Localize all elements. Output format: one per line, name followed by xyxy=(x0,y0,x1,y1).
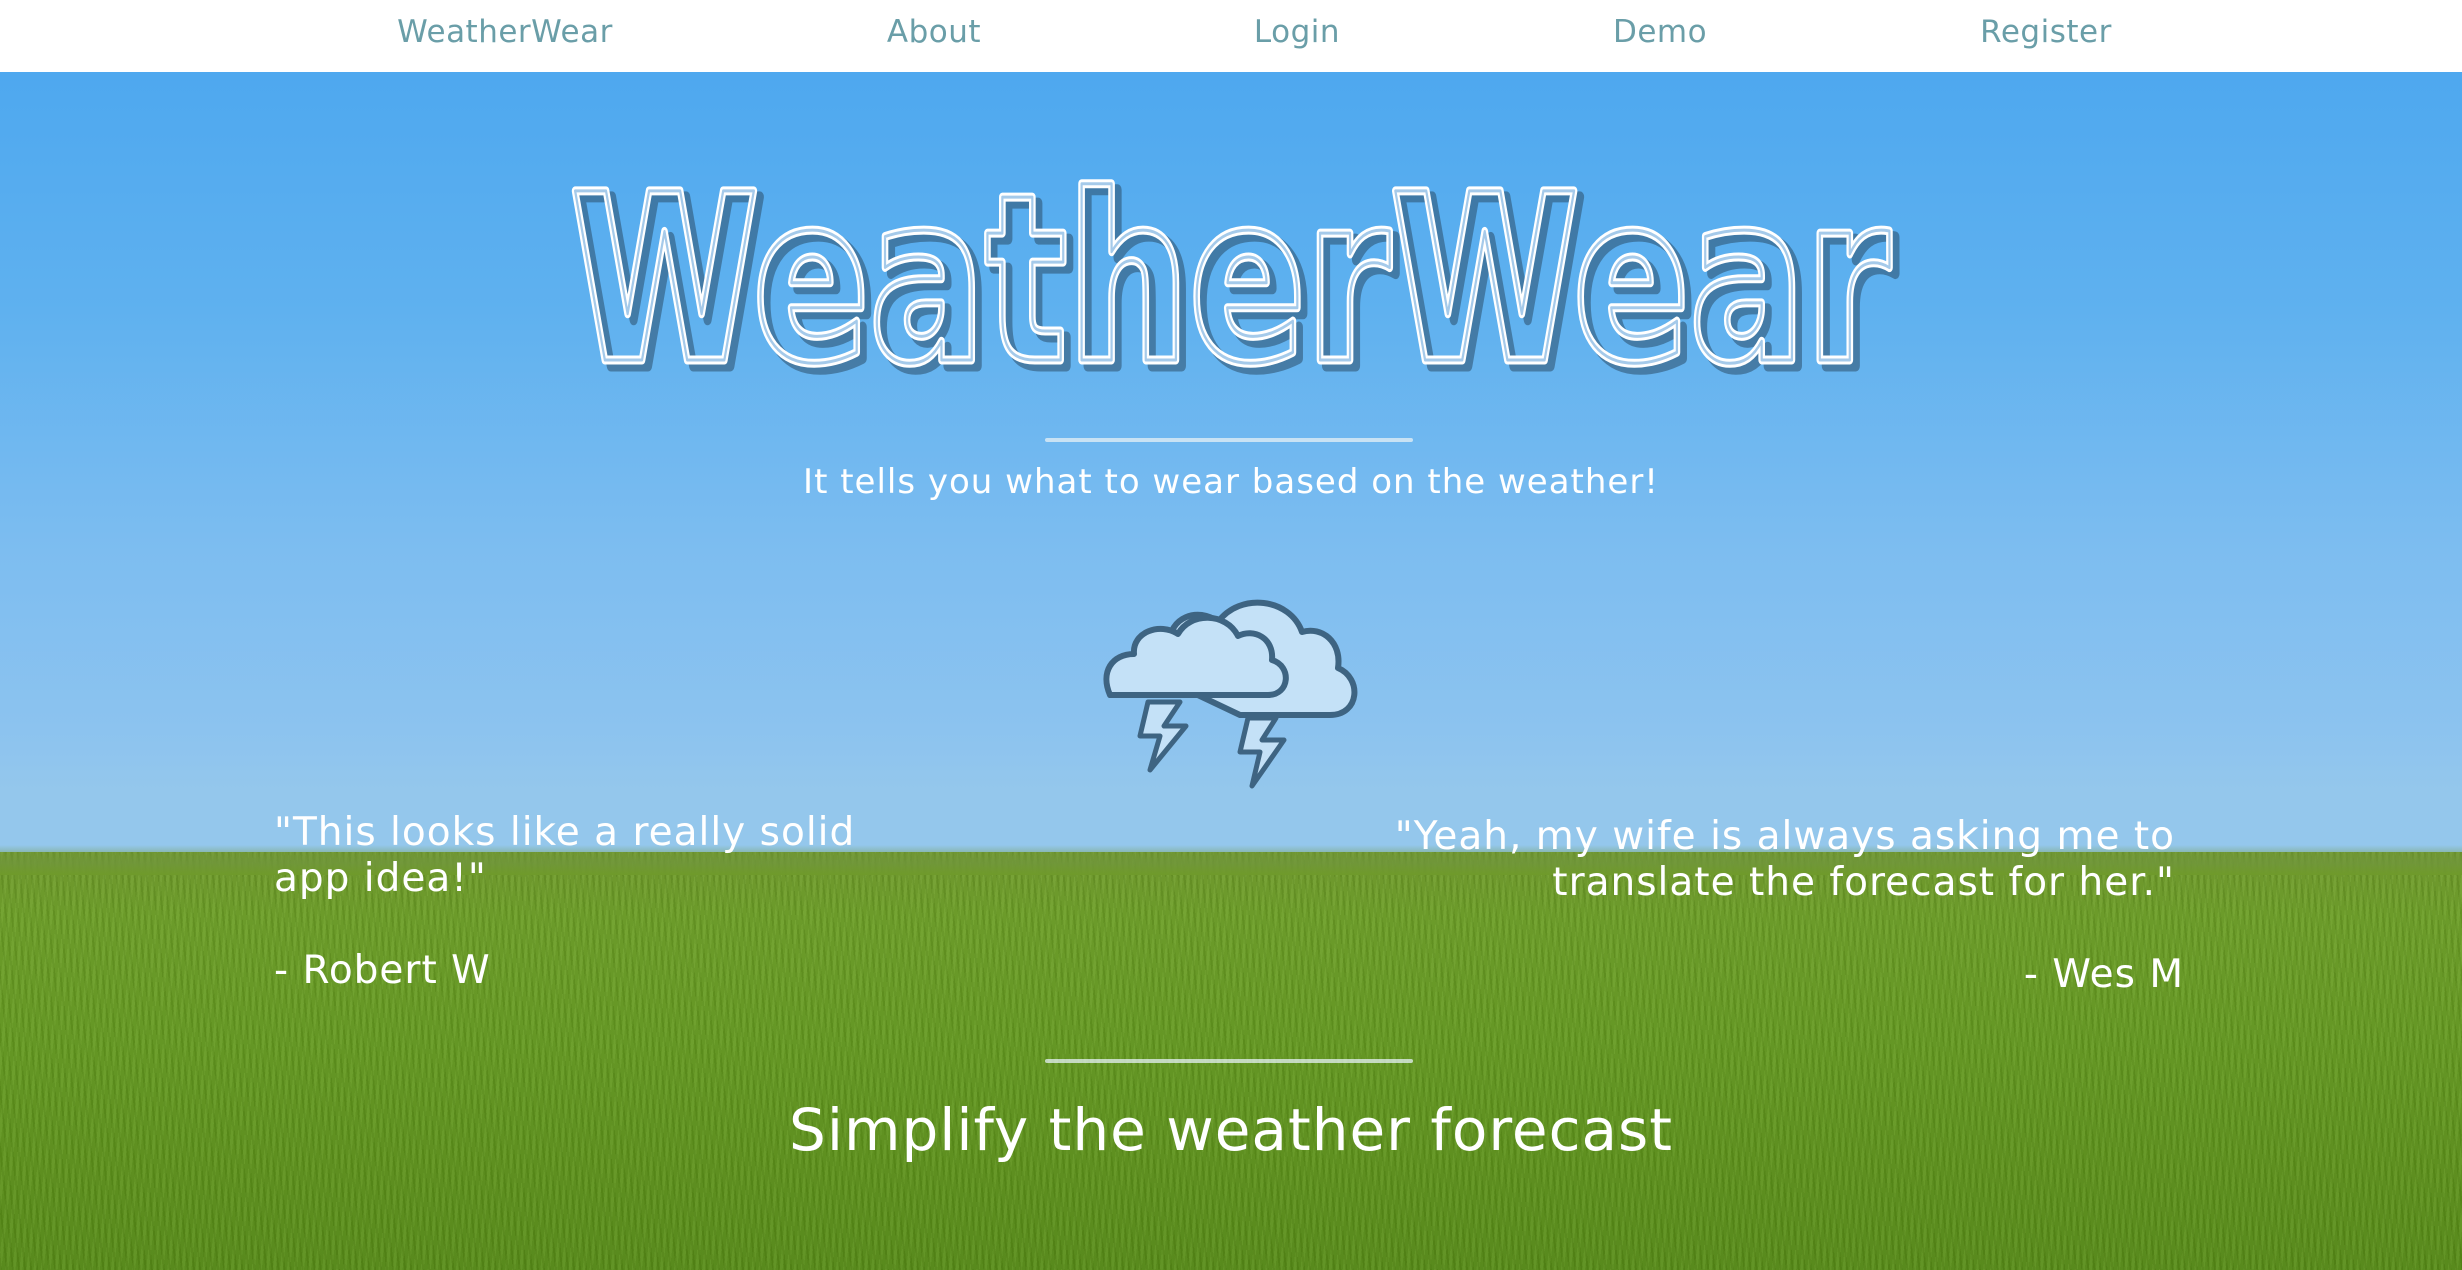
footer-divider xyxy=(1045,1059,1413,1063)
top-nav: WeatherWear About Login Demo Register xyxy=(0,0,2462,72)
testimonial-quote-right: "Yeah, my wife is always asking me to tr… xyxy=(1394,814,2175,905)
tagline: It tells you what to wear based on the w… xyxy=(803,462,1659,502)
nav-about-link[interactable]: About xyxy=(887,14,981,50)
testimonial-author-right: - Wes M xyxy=(2023,952,2184,997)
testimonial-author-left: - Robert W xyxy=(274,948,491,993)
nav-login-link[interactable]: Login xyxy=(1254,14,1340,50)
testimonial-quote-left: "This looks like a really solid app idea… xyxy=(274,810,856,901)
nav-brand-link[interactable]: WeatherWear xyxy=(397,14,613,50)
title-divider xyxy=(1045,438,1413,442)
svg-text:WeatherWear: WeatherWear xyxy=(570,145,1890,400)
bottom-heading: Simplify the weather forecast xyxy=(789,1096,1673,1164)
page: WeatherWear About Login Demo Register We… xyxy=(0,0,2462,1270)
hero-title: WeatherWear WeatherWear WeatherWear xyxy=(566,141,1902,401)
nav-register-link[interactable]: Register xyxy=(1980,14,2112,50)
nav-demo-link[interactable]: Demo xyxy=(1613,14,1707,50)
thunderstorm-cloud-icon xyxy=(1103,599,1358,789)
